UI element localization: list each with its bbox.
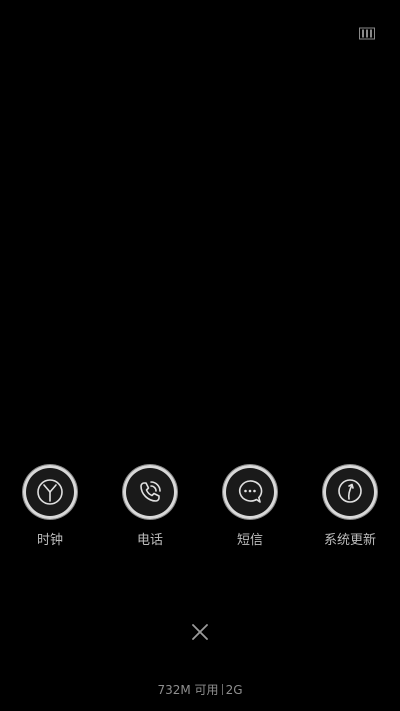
app-messages-label: 短信 <box>236 533 263 548</box>
app-phone[interactable]: 电话 <box>110 465 190 548</box>
app-messages-button[interactable] <box>223 465 277 519</box>
update-icon <box>338 479 362 503</box>
separator <box>221 684 223 695</box>
close-icon <box>192 624 208 640</box>
close-all-button[interactable] <box>190 622 210 642</box>
app-messages[interactable]: 短信 <box>210 465 290 548</box>
app-phone-button[interactable] <box>123 465 177 519</box>
network-type: 2G <box>225 683 243 697</box>
phone-icon <box>140 481 161 502</box>
app-system-update-label: 系统更新 <box>323 533 376 548</box>
app-system-update[interactable]: 系统更新 <box>310 465 390 548</box>
app-system-update-button[interactable] <box>323 465 377 519</box>
card-icon[interactable] <box>359 25 375 40</box>
recent-apps-row: 时钟 电话 短信 系统更新 <box>0 465 400 555</box>
clock-icon <box>37 479 63 505</box>
app-clock[interactable]: 时钟 <box>10 465 90 548</box>
message-icon <box>238 480 263 503</box>
app-clock-label: 时钟 <box>36 533 63 548</box>
app-phone-label: 电话 <box>136 533 163 548</box>
app-clock-button[interactable] <box>23 465 77 519</box>
memory-available: 732M 可用 <box>157 683 219 697</box>
memory-info: 732M 可用 2G <box>0 681 400 698</box>
